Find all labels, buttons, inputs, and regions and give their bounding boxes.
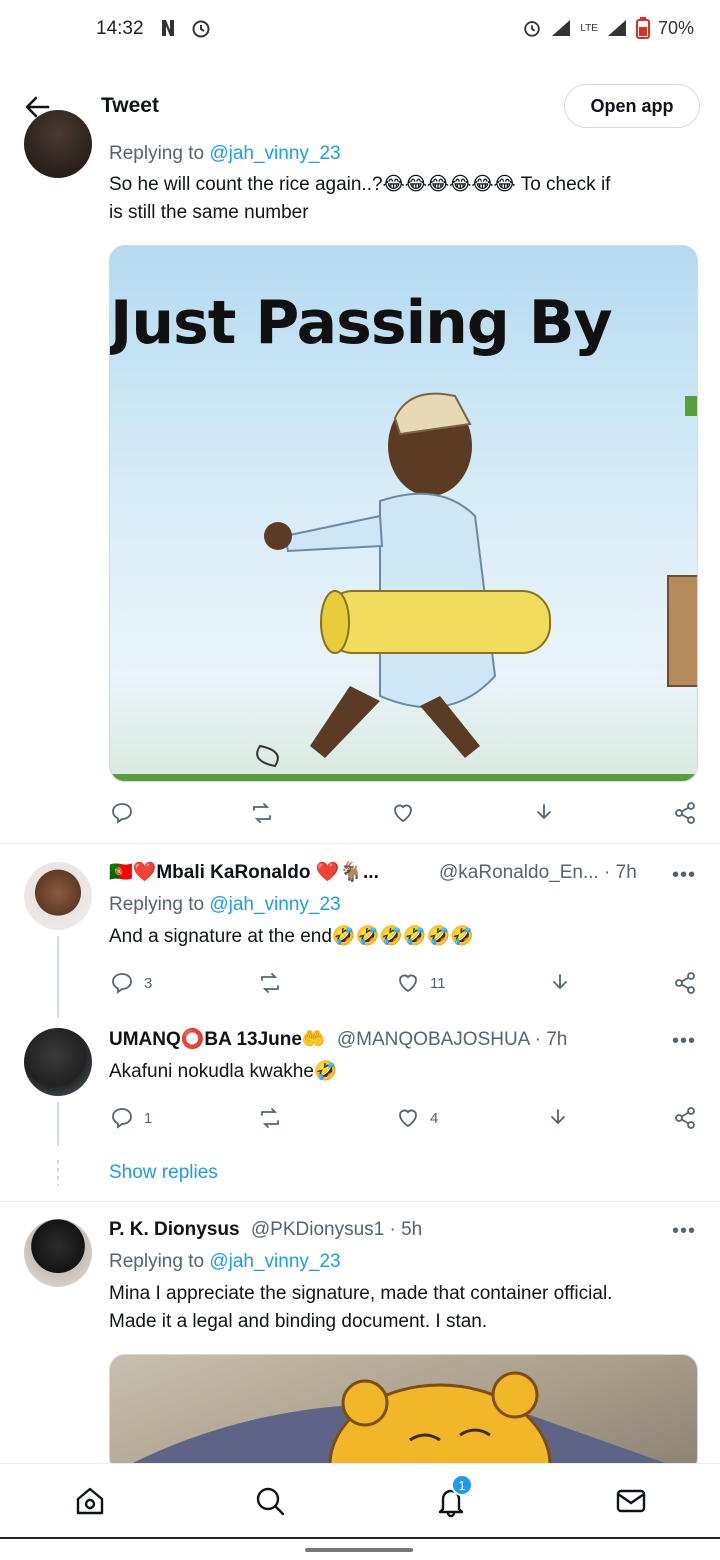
reply-icon — [112, 1108, 132, 1129]
open-app-button[interactable]: Open app — [564, 84, 700, 128]
replying-to: Replying to @jah_vinny_23 — [109, 1251, 341, 1272]
share-icon — [675, 802, 695, 824]
more-icon[interactable]: ••• — [672, 1030, 696, 1053]
reply-to-link[interactable]: @jah_vinny_23 — [209, 143, 340, 164]
battery-icon — [635, 17, 650, 39]
user-handle[interactable]: @PKDionysus1 · 5h — [251, 1219, 422, 1240]
share-button[interactable] — [673, 801, 697, 825]
page-title: Tweet — [101, 94, 159, 117]
share-button[interactable] — [673, 1106, 697, 1130]
reply-button[interactable]: 1 — [110, 1106, 152, 1130]
tweet-header: P. K. Dionysus @PKDionysus1 · 5h — [109, 1216, 654, 1244]
thread-line-dotted — [57, 1160, 59, 1186]
tweet-text: Mina I appreciate the signature, made th… — [109, 1283, 613, 1332]
thread-line — [57, 1102, 59, 1146]
signal-icon — [607, 20, 626, 36]
messages-icon[interactable] — [614, 1484, 648, 1518]
download-button[interactable] — [546, 1106, 570, 1130]
heart-icon — [399, 1109, 417, 1128]
like-button[interactable] — [391, 801, 415, 825]
tweet-text: So he will count the rice again..?😂😂😂😂😂😂… — [109, 174, 611, 223]
retweet-button[interactable] — [258, 1106, 282, 1130]
heart-icon — [394, 804, 412, 823]
divider — [0, 843, 720, 844]
reply-to-link[interactable]: @jah_vinny_23 — [209, 894, 340, 915]
reply-to-link[interactable]: @jah_vinny_23 — [209, 1251, 340, 1272]
tweet-image[interactable]: Just Passing By — [109, 245, 698, 782]
display-name[interactable]: P. K. Dionysus — [109, 1219, 240, 1240]
alarm-icon — [192, 20, 210, 38]
retweet-icon — [261, 973, 279, 993]
like-button[interactable]: 11 — [396, 971, 446, 995]
top-bar: Tweet Open app — [0, 70, 720, 142]
avatar[interactable] — [24, 862, 92, 930]
tweet-header: 🇵🇹❤️Mbali KaRonaldo ❤️🐐... @kaRonaldo_En… — [109, 859, 654, 887]
avatar[interactable] — [24, 1028, 92, 1096]
download-icon — [537, 804, 551, 820]
battery-level: 70% — [657, 17, 694, 38]
replying-to: Replying to @jah_vinny_23 — [109, 143, 341, 164]
retweet-button[interactable] — [250, 801, 274, 825]
like-count: 4 — [430, 1109, 439, 1127]
show-replies-link[interactable]: Show replies — [109, 1159, 218, 1187]
home-indicator[interactable] — [305, 1548, 413, 1552]
download-icon — [551, 1109, 565, 1125]
retweet-icon — [261, 1108, 279, 1128]
tweet-text: Akafuni nokudla kwakhe🤣 — [109, 1061, 338, 1082]
more-icon[interactable]: ••• — [672, 1220, 696, 1243]
download-icon — [553, 974, 567, 990]
avatar[interactable] — [24, 110, 92, 178]
tweet-image[interactable] — [109, 1354, 698, 1474]
download-button[interactable] — [532, 801, 556, 825]
divider — [0, 1201, 720, 1202]
display-name[interactable]: 🇵🇹❤️Mbali KaRonaldo ❤️🐐... — [109, 862, 379, 883]
share-icon — [675, 972, 695, 994]
search-icon[interactable] — [253, 1484, 287, 1518]
download-button[interactable] — [548, 971, 572, 995]
reply-icon — [112, 803, 132, 824]
notification-badge: 1 — [451, 1474, 473, 1496]
home-icon[interactable] — [73, 1484, 107, 1518]
cartoon-illustration — [113, 1371, 694, 1473]
status-time: 14:32 — [96, 18, 144, 39]
reply-button[interactable] — [110, 801, 134, 825]
tweet-text: And a signature at the end🤣🤣🤣🤣🤣🤣 — [109, 926, 474, 947]
reply-count: 1 — [144, 1109, 153, 1127]
cartoon-illustration — [110, 392, 697, 781]
avatar[interactable] — [24, 1219, 92, 1287]
reply-count: 3 — [144, 974, 153, 992]
share-icon — [675, 1107, 695, 1129]
alarm-icon — [524, 21, 541, 37]
user-handle[interactable]: @kaRonaldo_En... · 7h — [439, 859, 637, 887]
reply-button[interactable]: 3 — [110, 971, 152, 995]
share-button[interactable] — [673, 971, 697, 995]
lte-label: LTE — [580, 22, 598, 34]
netflix-icon — [162, 20, 174, 36]
retweet-icon — [253, 803, 271, 823]
display-name[interactable]: UMANQ⭕BA 13June🤲 — [109, 1029, 326, 1050]
tweet-header: UMANQ⭕BA 13June🤲 @MANQOBAJOSHUA · 7h — [109, 1026, 654, 1054]
more-icon[interactable]: ••• — [672, 864, 696, 887]
retweet-button[interactable] — [258, 971, 282, 995]
heart-icon — [399, 974, 417, 993]
bottom-nav: 1 — [0, 1463, 720, 1537]
replying-to: Replying to @jah_vinny_23 — [109, 894, 341, 915]
thread-line — [57, 936, 59, 1018]
status-bar: 14:32 LTE 70% — [0, 0, 720, 60]
like-count: 11 — [430, 974, 446, 992]
user-handle[interactable]: @MANQOBAJOSHUA · 7h — [337, 1029, 567, 1050]
like-button[interactable]: 4 — [396, 1106, 438, 1130]
signal-icon — [552, 20, 571, 36]
reply-icon — [112, 973, 132, 994]
